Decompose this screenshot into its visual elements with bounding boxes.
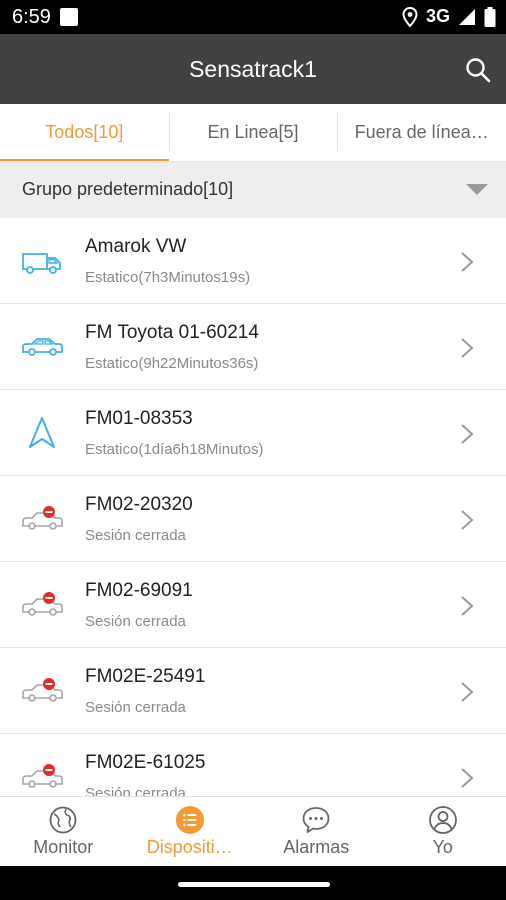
home-gesture-bar[interactable] [178, 882, 330, 887]
tab-label: Todos[10] [45, 122, 124, 142]
tab-label: En Linea[5] [207, 122, 299, 142]
device-name: FM02E-61025 [85, 752, 206, 773]
chevron-right-icon [461, 596, 474, 616]
caret-down-icon [466, 184, 488, 195]
system-nav-bar [0, 866, 506, 900]
device-row[interactable]: FM02E-25491 Sesión cerrada [0, 648, 506, 734]
filter-tabs: Todos[10] En Linea[5] Fuera de línea… [0, 104, 506, 162]
device-row[interactable]: FM02-20320 Sesión cerrada [0, 476, 506, 562]
search-button[interactable] [464, 56, 492, 84]
status-indicators: 3G [402, 6, 496, 27]
device-name: FM01-08353 [85, 408, 193, 429]
chevron-right-icon [461, 510, 474, 530]
nav-dispositivos[interactable]: Dispositi… [127, 797, 254, 866]
tab-en-linea[interactable]: En Linea[5] [168, 104, 338, 161]
device-status: Sesión cerrada [85, 527, 186, 544]
truck-icon [22, 253, 61, 274]
navigation-arrow-icon [29, 417, 55, 448]
device-status: Sesión cerrada [85, 613, 186, 630]
device-status: Sesión cerrada [85, 785, 186, 796]
device-name: Amarok VW [85, 236, 187, 257]
group-label: Grupo predeterminado[10] [22, 179, 234, 199]
device-row[interactable]: FM02-69091 Sesión cerrada [0, 562, 506, 648]
device-list-icon [175, 806, 204, 834]
car-offline-icon [22, 678, 63, 702]
status-bar: 6:59 3G [0, 0, 506, 34]
notification-square-icon [60, 8, 78, 26]
page-title: Sensatrack1 [189, 56, 317, 82]
battery-icon [484, 6, 496, 27]
device-row[interactable]: FM02E-61025 Sesión cerrada [0, 734, 506, 796]
nav-label: Yo [432, 837, 453, 857]
monitor-globe-icon [49, 806, 77, 834]
app-bar: Sensatrack1 [0, 34, 506, 104]
nav-label: Monitor [33, 837, 94, 857]
device-row[interactable]: FM01-08353 Estatico(1día6h18Minutos) [0, 390, 506, 476]
car-offline-icon [22, 506, 63, 530]
nav-alarmas[interactable]: Alarmas [253, 797, 380, 866]
chevron-right-icon [461, 252, 474, 272]
group-header[interactable]: Grupo predeterminado[10] [0, 162, 506, 218]
car-offline-icon [22, 764, 63, 788]
tab-todos[interactable]: Todos[10] [0, 104, 169, 161]
device-status: Estatico(9h22Minutos36s) [85, 355, 259, 372]
car-offline-icon [22, 592, 63, 616]
search-icon [466, 58, 491, 83]
chevron-right-icon [461, 768, 474, 788]
chevron-right-icon [461, 424, 474, 444]
car-icon [22, 338, 63, 356]
nav-label: Dispositi… [146, 837, 233, 857]
device-name: FM02-69091 [85, 580, 193, 601]
signal-icon [459, 8, 475, 25]
tab-fuera-de-linea[interactable]: Fuera de línea… [337, 104, 506, 161]
nav-monitor[interactable]: Monitor [0, 797, 127, 866]
device-row[interactable]: Amarok VW Estatico(7h3Minutos19s) [0, 218, 506, 304]
chat-bubble-icon [302, 807, 330, 833]
user-icon [428, 806, 457, 834]
bottom-nav: Monitor Dispositi… Alarmas Yo [0, 796, 506, 866]
nav-yo[interactable]: Yo [380, 797, 506, 866]
tab-label: Fuera de línea… [354, 122, 489, 142]
device-row[interactable]: FM Toyota 01-60214 Estatico(9h22Minutos3… [0, 304, 506, 390]
status-time: 6:59 [12, 6, 51, 28]
device-list[interactable]: Amarok VW Estatico(7h3Minutos19s) FM Toy… [0, 218, 506, 796]
nav-label: Alarmas [283, 837, 350, 857]
device-name: FM Toyota 01-60214 [85, 322, 259, 343]
device-status: Estatico(1día6h18Minutos) [85, 441, 264, 458]
device-name: FM02-20320 [85, 494, 193, 515]
device-status: Sesión cerrada [85, 699, 186, 716]
network-type: 3G [425, 6, 450, 26]
chevron-right-icon [461, 682, 474, 702]
device-status: Estatico(7h3Minutos19s) [85, 269, 251, 286]
device-name: FM02E-25491 [85, 666, 206, 687]
location-pin-icon [402, 6, 418, 27]
chevron-right-icon [461, 338, 474, 358]
